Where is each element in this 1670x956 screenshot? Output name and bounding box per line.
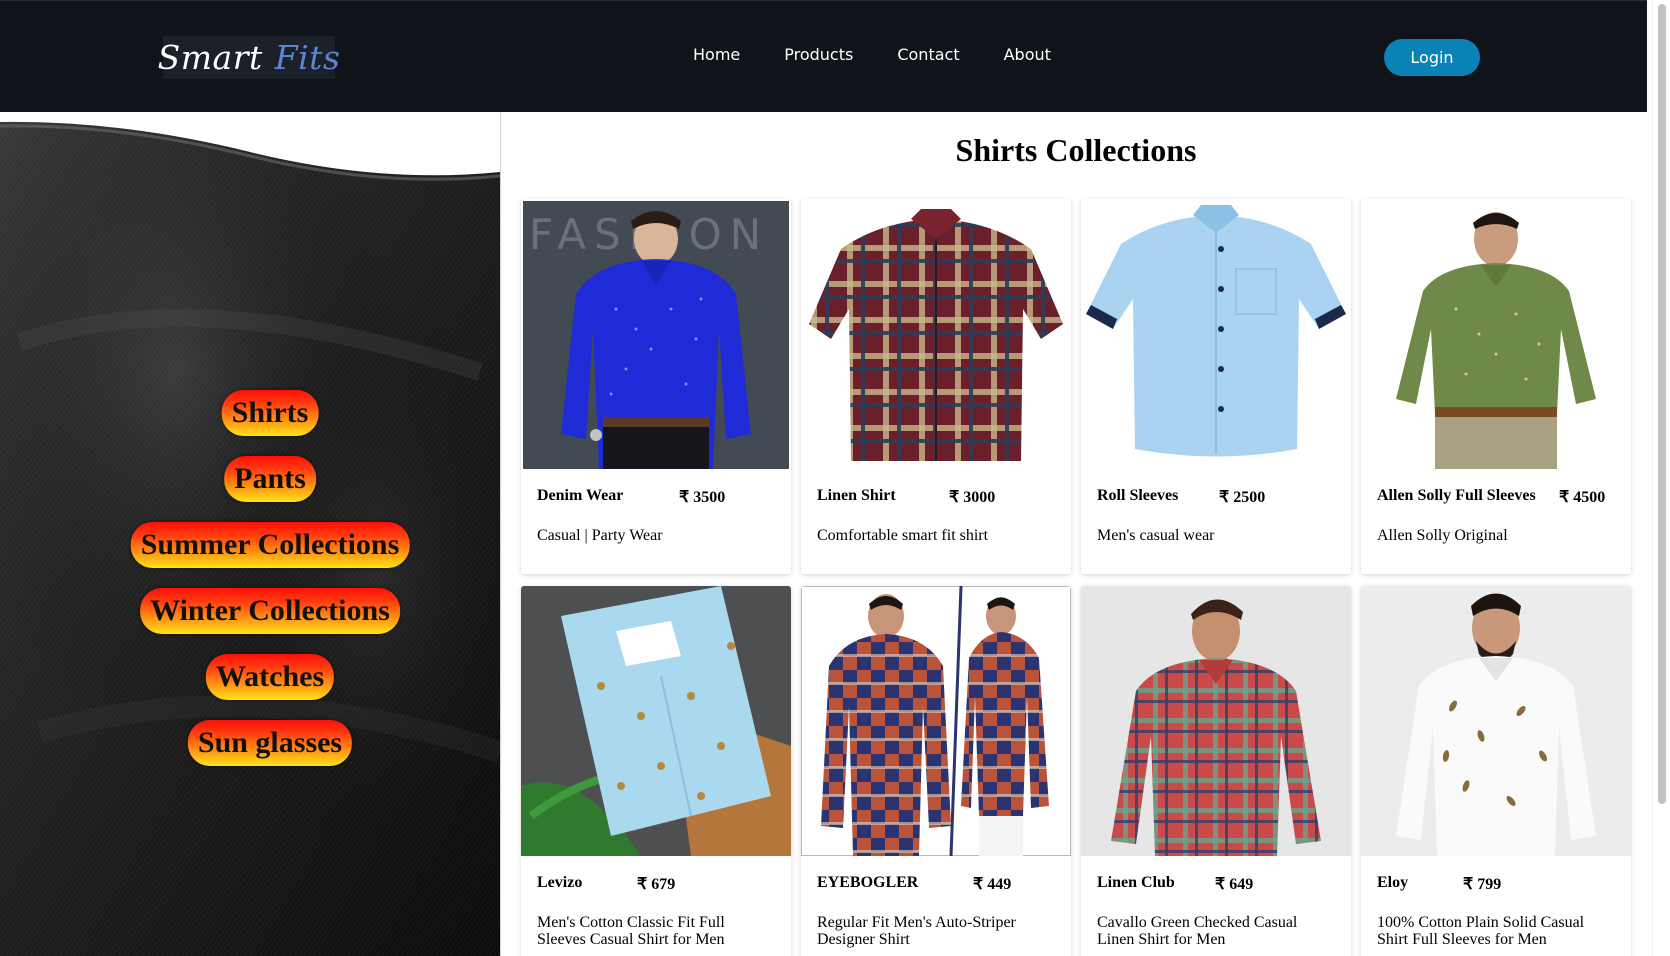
category-shirts[interactable]: Shirts xyxy=(221,390,319,436)
product-description: Comfortable smart fit shirt xyxy=(817,527,989,544)
product-description: 100% Cotton Plain Solid Casual Shirt Ful… xyxy=(1377,914,1585,948)
product-card[interactable]: Roll Sleeves ₹ 2500 Men's casual wear xyxy=(1081,199,1351,574)
rupee-icon: ₹ xyxy=(1219,489,1230,506)
nav-link-home[interactable]: Home xyxy=(693,45,740,64)
category-watches[interactable]: Watches xyxy=(205,654,335,700)
product-description: Cavallo Green Checked Casual Linen Shirt… xyxy=(1097,914,1298,948)
product-description: Casual | Party Wear xyxy=(537,527,663,544)
rupee-icon: ₹ xyxy=(679,489,690,506)
product-name: Allen Solly Full Sleeves xyxy=(1377,487,1536,504)
rupee-icon: ₹ xyxy=(949,489,960,506)
brand-name-part1: Smart xyxy=(157,38,263,77)
nav-link-about[interactable]: About xyxy=(1004,45,1051,64)
product-price: ₹ 679 xyxy=(637,876,676,893)
product-image xyxy=(1361,586,1631,856)
product-card[interactable]: Linen Shirt ₹ 3000 Comfortable smart fit… xyxy=(801,199,1071,574)
navbar: Smart Fits Home Products Contact About Lo… xyxy=(0,0,1647,112)
product-description: Men's Cotton Classic Fit Full Sleeves Ca… xyxy=(537,914,725,948)
product-price: ₹ 3500 xyxy=(679,489,726,506)
product-price: ₹ 2500 xyxy=(1219,489,1266,506)
product-description: Men's casual wear xyxy=(1097,527,1215,544)
product-card[interactable]: EYEBOGLER ₹ 449 Regular Fit Men's Auto-S… xyxy=(801,586,1071,956)
product-card[interactable]: Eloy ₹ 799 100% Cotton Plain Solid Casua… xyxy=(1361,586,1631,956)
category-sidebar: Shirts Pants Summer Collections Winter C… xyxy=(0,112,500,956)
product-card[interactable]: FASHION Denim Wear ₹ 3500 Ca xyxy=(521,199,791,574)
product-price: ₹ 799 xyxy=(1463,876,1502,893)
category-summer-collections[interactable]: Summer Collections xyxy=(130,522,410,568)
nav-links: Home Products Contact About xyxy=(693,45,1095,64)
product-name: Linen Shirt xyxy=(817,487,896,504)
product-price: ₹ 449 xyxy=(973,876,1012,893)
rupee-icon: ₹ xyxy=(1215,876,1226,893)
product-image xyxy=(1361,199,1631,469)
product-image xyxy=(1081,199,1351,469)
scrollbar-thumb[interactable] xyxy=(1658,4,1666,804)
category-sun-glasses[interactable]: Sun glasses xyxy=(187,720,353,766)
product-price: ₹ 649 xyxy=(1215,876,1254,893)
category-winter-collections[interactable]: Winter Collections xyxy=(140,588,400,634)
product-name: Linen Club xyxy=(1097,874,1175,891)
nav-link-products[interactable]: Products xyxy=(784,45,853,64)
product-name: Levizo xyxy=(537,874,583,891)
product-card[interactable]: Linen Club ₹ 649 Cavallo Green Checked C… xyxy=(1081,586,1351,956)
category-pants[interactable]: Pants xyxy=(224,456,316,502)
product-card[interactable]: Levizo ₹ 679 Men's Cotton Classic Fit Fu… xyxy=(521,586,791,956)
product-description: Regular Fit Men's Auto-Striper Designer … xyxy=(817,914,1016,948)
product-name: Roll Sleeves xyxy=(1097,487,1179,504)
page-scrollbar[interactable] xyxy=(1652,0,1670,956)
rupee-icon: ₹ xyxy=(973,876,984,893)
rupee-icon: ₹ xyxy=(1559,489,1570,506)
brand-name-part2: Fits xyxy=(274,38,341,77)
product-name: EYEBOGLER xyxy=(817,874,919,891)
product-card[interactable]: Allen Solly Full Sleeves ₹ 4500 Allen So… xyxy=(1361,199,1631,574)
category-list: Shirts Pants Summer Collections Winter C… xyxy=(0,112,500,956)
brand-logo[interactable]: Smart Fits xyxy=(158,36,340,79)
product-section: Shirts Collections FASHION xyxy=(508,112,1644,956)
product-image xyxy=(521,586,791,856)
rupee-icon: ₹ xyxy=(637,876,648,893)
page: Smart Fits Home Products Contact About Lo… xyxy=(0,0,1670,956)
login-button[interactable]: Login xyxy=(1384,39,1480,76)
nav-link-contact[interactable]: Contact xyxy=(897,45,959,64)
product-price: ₹ 3000 xyxy=(949,489,996,506)
product-description: Allen Solly Original xyxy=(1377,527,1508,544)
product-name: Denim Wear xyxy=(537,487,624,504)
rupee-icon: ₹ xyxy=(1463,876,1474,893)
product-image xyxy=(1081,586,1351,856)
product-image xyxy=(801,199,1071,469)
page-title: Shirts Collections xyxy=(955,132,1197,168)
product-name: Eloy xyxy=(1377,874,1409,891)
product-image xyxy=(801,586,1071,856)
product-image: FASHION xyxy=(521,199,791,469)
product-price: ₹ 4500 xyxy=(1559,489,1606,506)
